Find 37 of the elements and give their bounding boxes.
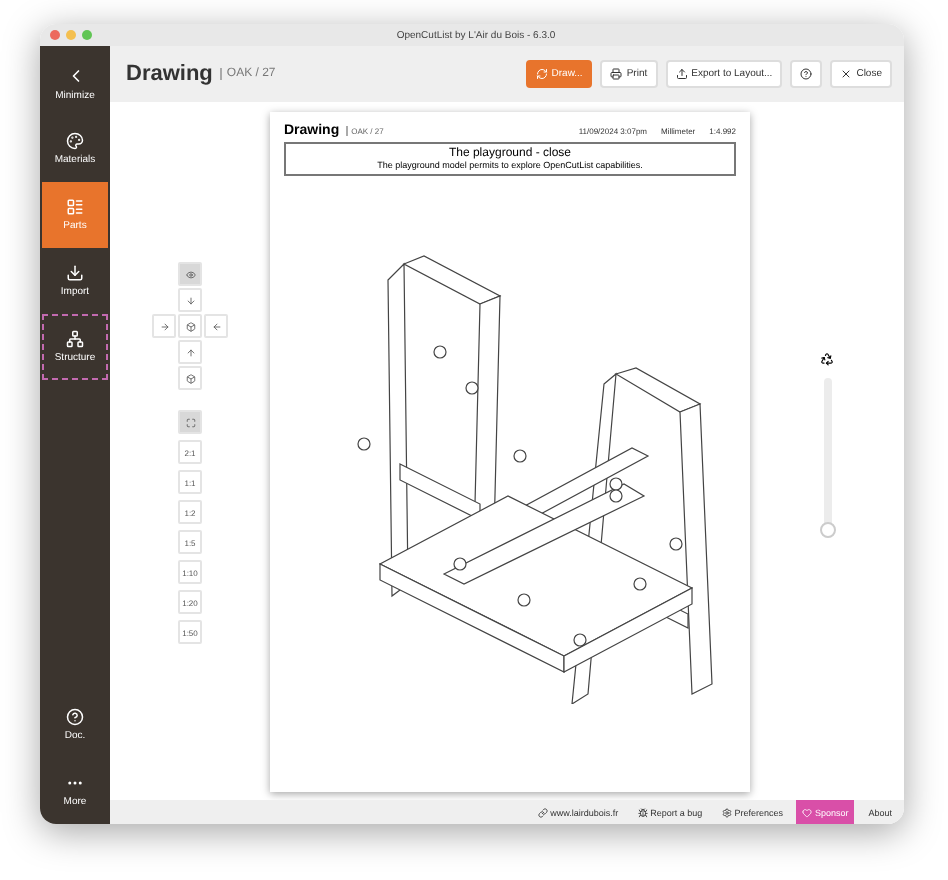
list-icon	[66, 198, 84, 216]
minimize-window-icon[interactable]	[66, 30, 76, 40]
arrow-left-icon	[211, 321, 221, 331]
slider-thumb[interactable]	[819, 522, 835, 538]
page-title: Drawing	[126, 62, 213, 86]
arrow-right-icon	[159, 321, 169, 331]
bug-icon	[638, 807, 649, 817]
download-icon	[66, 264, 84, 282]
scale-button[interactable]	[178, 410, 202, 434]
view-button[interactable]	[178, 262, 202, 286]
cube-icon	[185, 321, 195, 331]
arrow-down-icon	[185, 295, 195, 305]
recycle-icon[interactable]	[820, 352, 834, 366]
view-button[interactable]	[178, 314, 202, 338]
print-icon	[610, 68, 623, 80]
view-button[interactable]	[178, 288, 202, 312]
close-icon	[840, 68, 853, 80]
view-button[interactable]	[152, 314, 176, 338]
view-button[interactable]	[178, 366, 202, 390]
zoom-window-icon[interactable]	[82, 30, 92, 40]
view-button[interactable]	[178, 340, 202, 364]
help-button[interactable]	[790, 60, 823, 88]
view-button[interactable]	[204, 314, 228, 338]
help-icon	[800, 68, 813, 80]
close-window-icon[interactable]	[50, 30, 60, 40]
fit-icon	[185, 417, 195, 427]
cube-icon	[185, 373, 195, 383]
help-icon	[66, 708, 84, 726]
gear-icon	[722, 807, 733, 817]
export-icon	[675, 68, 688, 80]
eye-icon	[185, 269, 195, 279]
link-icon	[538, 807, 549, 817]
hierarchy-icon	[66, 330, 84, 348]
arrow-up-icon	[185, 347, 195, 357]
palette-icon	[66, 132, 84, 150]
refresh-icon	[535, 68, 548, 80]
heart-icon	[802, 807, 813, 817]
